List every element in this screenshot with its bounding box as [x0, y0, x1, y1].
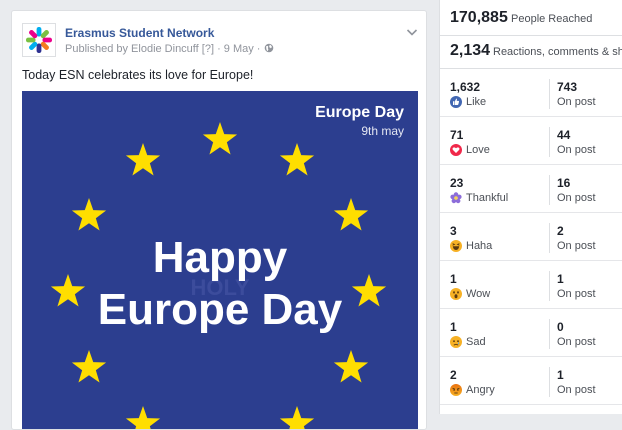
reaction-name: Angry	[466, 384, 495, 396]
sad-icon	[450, 336, 462, 348]
column-divider	[549, 79, 550, 109]
reaction-on-post-count: 16	[557, 176, 571, 190]
reaction-row-wow[interactable]: 1 Wow 1 On post	[440, 261, 622, 309]
reaction-on-post-label: On post	[557, 384, 596, 396]
column-divider	[549, 127, 550, 157]
reaction-count: 23	[450, 176, 464, 190]
reaction-count: 1	[450, 320, 457, 334]
reaction-on-post-label: On post	[557, 240, 596, 252]
reaction-on-post-label: On post	[557, 192, 596, 204]
column-divider	[549, 223, 550, 253]
reaction-count: 3	[450, 224, 457, 238]
column-divider	[549, 367, 550, 397]
published-by-text: Published by	[65, 43, 132, 55]
reaction-row-haha[interactable]: 3 Haha 2 On post	[440, 213, 622, 261]
star-icon	[279, 143, 315, 176]
post-text: Today ESN celebrates its love for Europe…	[22, 68, 254, 82]
reaction-on-post-label: On post	[557, 336, 596, 348]
star-icon	[71, 350, 107, 383]
image-corner-date: 9th may	[361, 124, 404, 138]
reaction-count: 2	[450, 368, 457, 382]
reaction-row-love[interactable]: 71 Love 44 On post	[440, 117, 622, 165]
insights-panel: 170,885 People Reached 2,134 Reactions, …	[439, 0, 622, 414]
post-date[interactable]: · 9 May ·	[214, 43, 264, 55]
reaction-on-post-count: 44	[557, 128, 571, 142]
esn-logo-avatar[interactable]	[22, 23, 56, 57]
reaction-on-post-count: 1	[557, 368, 564, 382]
chevron-down-icon[interactable]	[406, 27, 418, 37]
image-headline-happy: Happy	[152, 233, 288, 282]
post-image[interactable]: Europe Day 9th may HOLY Happy Europe Day	[22, 91, 418, 429]
reaction-row-thankful[interactable]: 23 Thankful 16 On post	[440, 165, 622, 213]
author-suffix: [?]	[198, 43, 215, 55]
column-divider	[549, 175, 550, 205]
reaction-row-sad[interactable]: 1 Sad 0 On post	[440, 309, 622, 357]
love-icon	[450, 144, 462, 156]
reaction-on-post-label: On post	[557, 144, 596, 156]
reaction-name: Haha	[466, 240, 493, 252]
star-icon	[333, 198, 369, 231]
image-corner-title: Europe Day	[315, 104, 404, 121]
reaction-row-like[interactable]: 1,632 Like 743 On post	[440, 69, 622, 117]
reaction-on-post-label: On post	[557, 96, 596, 108]
image-headline-europe-day: Europe Day	[97, 285, 343, 334]
reaction-name: Wow	[466, 288, 491, 300]
star-icon	[125, 143, 161, 176]
star-icon	[333, 350, 369, 383]
reaction-row-angry[interactable]: 2 Angry 1 On post	[440, 357, 622, 405]
haha-icon	[450, 240, 462, 252]
reaction-on-post-count: 1	[557, 272, 564, 286]
wow-icon	[450, 288, 462, 300]
reaction-on-post-count: 0	[557, 320, 564, 334]
people-reached-count: 170,885	[450, 9, 508, 26]
globe-icon[interactable]	[264, 43, 274, 53]
thankful-icon	[450, 192, 462, 204]
column-divider	[549, 271, 550, 301]
author-link[interactable]: Elodie Dincuff	[131, 43, 199, 55]
post-header: Erasmus Student Network Published by Elo…	[22, 23, 422, 59]
post-card: Erasmus Student Network Published by Elo…	[11, 10, 427, 430]
star-icon	[71, 198, 107, 231]
reaction-on-post-count: 743	[557, 80, 578, 94]
engagements-count: 2,134	[450, 42, 491, 59]
people-reached-row[interactable]: 170,885 People Reached	[440, 0, 622, 36]
star-icon	[202, 122, 238, 155]
engagements-label: Reactions, comments & shar	[493, 46, 622, 58]
reaction-name: Thankful	[466, 192, 509, 204]
angry-icon	[450, 384, 462, 396]
engagements-row[interactable]: 2,134 Reactions, comments & shar	[440, 36, 622, 69]
reaction-count: 1	[450, 272, 457, 286]
reaction-name: Sad	[466, 336, 486, 348]
star-icon	[125, 406, 161, 429]
column-divider	[549, 319, 550, 349]
esn-star-logo-icon	[26, 27, 52, 53]
like-icon	[450, 96, 462, 108]
page-name-link[interactable]: Erasmus Student Network	[65, 26, 214, 40]
reaction-count: 1,632	[450, 80, 481, 94]
post-meta: Published by Elodie Dincuff [?] · 9 May …	[65, 43, 274, 55]
people-reached-label: People Reached	[511, 13, 593, 25]
star-icon	[279, 406, 315, 429]
reaction-on-post-count: 2	[557, 224, 564, 238]
reaction-name: Like	[466, 96, 487, 108]
reaction-count: 71	[450, 128, 464, 142]
reaction-name: Love	[466, 144, 490, 156]
reaction-on-post-label: On post	[557, 288, 596, 300]
